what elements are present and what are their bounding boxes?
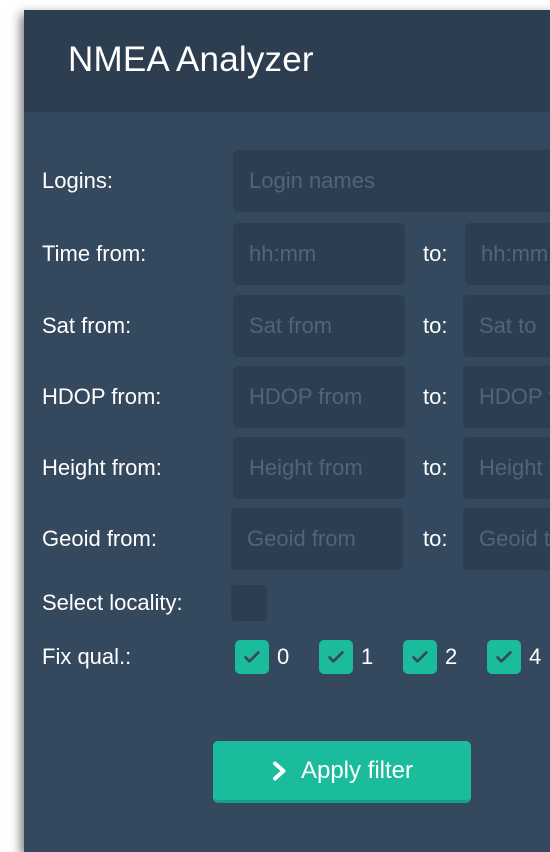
fix-quality-checkbox-2[interactable] xyxy=(403,640,437,674)
height-to-input[interactable] xyxy=(463,437,550,499)
fix-quality-checkbox-0[interactable] xyxy=(235,640,269,674)
fix-quality-label: Fix qual.: xyxy=(42,644,132,669)
sat-from-label: Sat from: xyxy=(42,313,132,338)
fix-quality-value-0: 0 xyxy=(277,644,290,669)
check-icon xyxy=(328,651,344,663)
time-range-row: Time from: to: xyxy=(24,223,550,285)
check-icon xyxy=(412,651,428,663)
apply-filter-label: Apply filter xyxy=(300,756,414,784)
hdop-to-input[interactable] xyxy=(463,366,550,428)
nmea-analyzer-panel: NMEA Analyzer Logins: Time from: to: Sat… xyxy=(24,10,550,852)
sat-range-row: Sat from: to: xyxy=(24,295,550,357)
sat-to-input[interactable] xyxy=(463,295,550,357)
locality-checkbox[interactable] xyxy=(231,585,267,621)
page-title: NMEA Analyzer xyxy=(68,40,314,79)
time-to-input[interactable] xyxy=(465,223,550,285)
hdop-from-label: HDOP from: xyxy=(42,384,162,409)
geoid-to-label: to: xyxy=(423,526,448,551)
time-from-label: Time from: xyxy=(42,241,147,266)
geoid-to-input[interactable] xyxy=(463,508,550,570)
chevron-right-icon xyxy=(272,761,286,780)
check-icon xyxy=(496,651,512,663)
height-to-label: to: xyxy=(423,455,448,480)
height-from-label: Height from: xyxy=(42,455,162,480)
hdop-to-label: to: xyxy=(423,384,448,409)
logins-input[interactable] xyxy=(233,150,550,212)
sat-from-input[interactable] xyxy=(233,295,405,357)
height-from-input[interactable] xyxy=(233,437,405,499)
check-icon xyxy=(244,651,260,663)
geoid-range-row: Geoid from: to: xyxy=(24,508,550,570)
fix-quality-option-1[interactable]: 1 xyxy=(319,640,373,674)
hdop-range-row: HDOP from: to: xyxy=(24,366,550,428)
geoid-from-input[interactable] xyxy=(231,508,403,570)
fix-quality-checkbox-1[interactable] xyxy=(319,640,353,674)
fix-quality-value-2: 2 xyxy=(445,644,458,669)
fix-quality-value-4: 4 xyxy=(529,644,542,669)
geoid-from-label: Geoid from: xyxy=(42,526,157,551)
fix-quality-checkbox-4[interactable] xyxy=(487,640,521,674)
sat-to-label: to: xyxy=(423,313,448,338)
height-range-row: Height from: to: xyxy=(24,437,550,499)
panel-header: NMEA Analyzer xyxy=(24,10,550,112)
apply-filter-button[interactable]: Apply filter xyxy=(213,741,471,803)
fix-quality-row: Fix qual.: 0 1 2 4 xyxy=(24,640,550,674)
fix-quality-option-4[interactable]: 4 xyxy=(487,640,541,674)
hdop-from-input[interactable] xyxy=(233,366,405,428)
fix-quality-option-2[interactable]: 2 xyxy=(403,640,457,674)
fix-quality-option-0[interactable]: 0 xyxy=(235,640,289,674)
time-to-label: to: xyxy=(423,241,448,266)
logins-row: Logins: xyxy=(24,150,550,212)
logins-label: Logins: xyxy=(42,168,113,193)
time-from-input[interactable] xyxy=(233,223,405,285)
locality-row: Select locality: xyxy=(24,578,550,628)
fix-quality-value-1: 1 xyxy=(361,644,374,669)
locality-label: Select locality: xyxy=(42,590,183,615)
